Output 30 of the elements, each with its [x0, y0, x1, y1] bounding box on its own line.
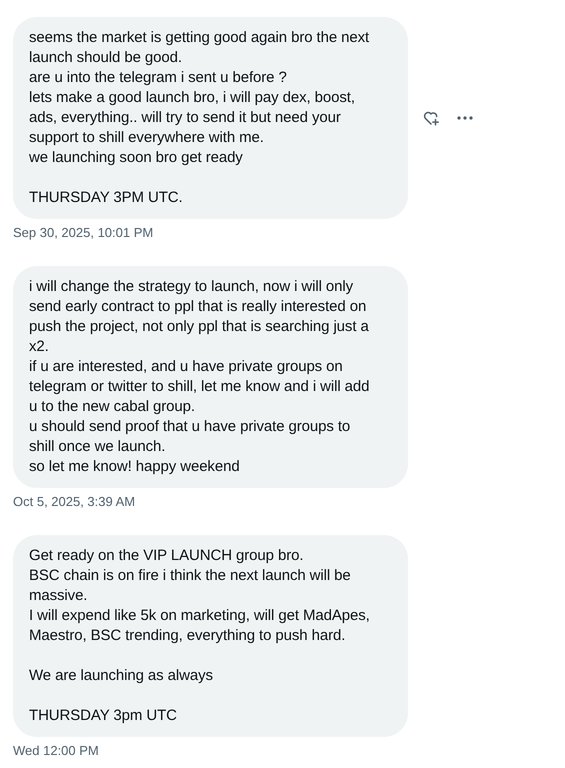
message-line: u to the new cabal group.: [29, 397, 196, 417]
message-line: support to shill everywhere with me.: [29, 128, 265, 148]
message-line: send early contract to ppl that is really interested on: [29, 297, 368, 317]
message-line: massive.: [29, 586, 88, 606]
message-line: shill once we launch.: [29, 437, 166, 457]
message-line: x2.: [29, 337, 50, 357]
message-line: if u are interested, and u have private groups on: [29, 357, 344, 377]
message-timestamp: Wed 12:00 PM: [13, 743, 100, 759]
message-timestamp: Sep 30, 2025, 10:01 PM: [13, 225, 154, 241]
more-icon[interactable]: [457, 116, 473, 120]
message-line: BSC chain is on fire i think the next launch will be: [29, 566, 352, 586]
message-line: seems the market is getting good again bro the next: [29, 28, 370, 48]
message-line: telegram or twitter to shill, let me know and i will add: [29, 377, 370, 397]
message-line: ads, everything.. will try to send it but need your: [29, 108, 342, 128]
message-line: I will expend like 5k on marketing, will get MadApes,: [29, 606, 371, 626]
message-line: THURSDAY 3PM UTC.: [29, 188, 184, 208]
message-line: launch should be good.: [29, 48, 183, 68]
message-line: Get ready on the VIP LAUNCH group bro.: [29, 546, 304, 566]
message-line: THURSDAY 3pm UTC: [29, 706, 178, 726]
message-line: are u into the telegram i sent u before ?: [29, 68, 288, 88]
message-line: we launching soon bro get ready: [29, 148, 244, 168]
message-line: push the project, not only ppl that is searching just a: [29, 317, 370, 337]
message-line: Maestro, BSC trending, everything to push hard.: [29, 626, 346, 646]
message-timestamp: Oct 5, 2025, 3:39 AM: [13, 494, 136, 510]
message-line: We are launching as always: [29, 666, 214, 686]
message-line: lets make a good launch bro, i will pay dex, boost,: [29, 88, 356, 108]
heart-plus-icon[interactable]: [422, 109, 440, 127]
message-line: so let me know! happy weekend: [29, 457, 241, 477]
message-line: u should send proof that u have private groups to: [29, 417, 352, 437]
message-line: i will change the strategy to launch, now i will only: [29, 277, 354, 297]
